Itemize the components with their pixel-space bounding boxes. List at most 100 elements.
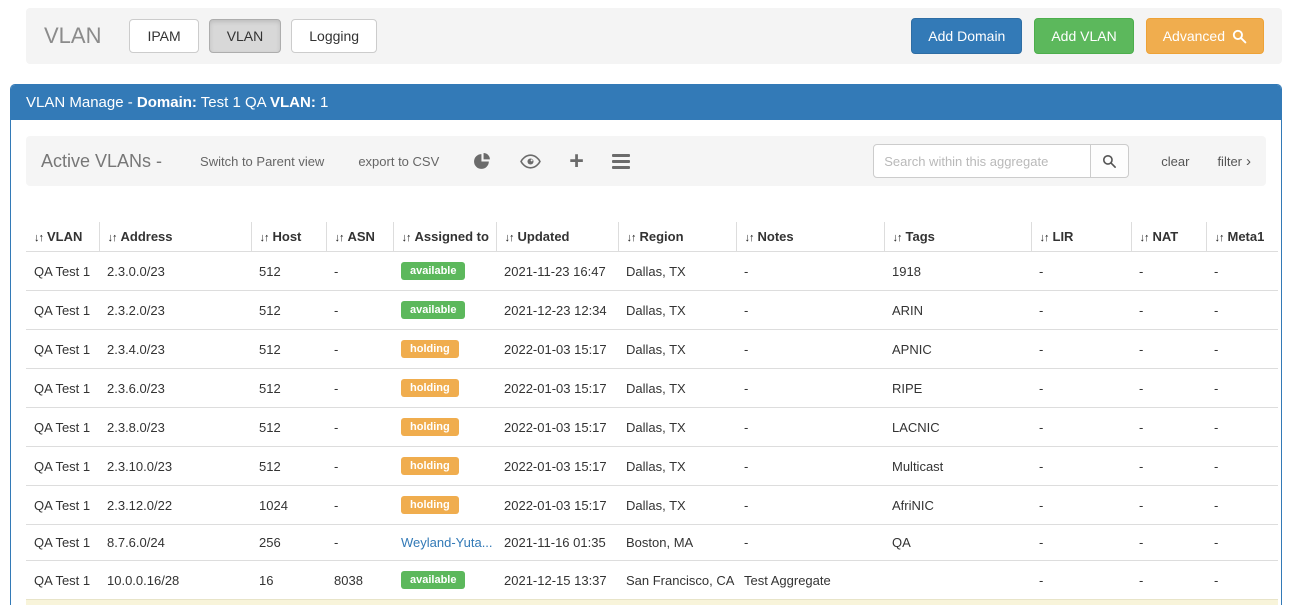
cell-region: Boston, MA	[618, 525, 736, 561]
cell-address: 8.7.6.0/24	[99, 525, 251, 561]
cell-lir: -	[1031, 252, 1131, 291]
heading-prefix: VLAN Manage -	[26, 94, 137, 111]
cell-address: 2.3.8.0/23	[99, 408, 251, 447]
cell-assigned: holding	[393, 486, 496, 525]
menu-bars-icon[interactable]	[612, 151, 630, 172]
domain-label: Domain:	[137, 94, 197, 111]
table-row[interactable]: QA Test 110.34.0.0/312-ACCO2021-11-15 14…	[26, 600, 1278, 605]
cell-notes: -	[736, 408, 884, 447]
status-badge: holding	[401, 457, 459, 475]
column-header-assigned[interactable]: ↓↑Assigned to	[393, 222, 496, 252]
search-icon	[1102, 154, 1117, 169]
column-header-address[interactable]: ↓↑Address	[99, 222, 251, 252]
cell-nat: -	[1131, 486, 1206, 525]
advanced-search-button[interactable]: Advanced	[1146, 18, 1264, 54]
table-row[interactable]: QA Test 12.3.4.0/23512-holding2022-01-03…	[26, 330, 1278, 369]
toolbar-right: clear filter›	[873, 144, 1251, 178]
column-header-nat[interactable]: ↓↑NAT	[1131, 222, 1206, 252]
assigned-to-link[interactable]: Weyland-Yuta...	[401, 535, 493, 550]
table-row[interactable]: QA Test 12.3.0.0/23512-available2021-11-…	[26, 252, 1278, 291]
cell-notes: -	[736, 252, 884, 291]
sort-icon: ↓↑	[335, 232, 344, 244]
cell-address: 2.3.2.0/23	[99, 291, 251, 330]
eye-icon[interactable]	[520, 154, 541, 169]
sort-icon: ↓↑	[260, 232, 269, 244]
cell-tags: LACNIC	[884, 408, 1031, 447]
export-csv-link[interactable]: export to CSV	[358, 154, 439, 169]
column-header-meta1[interactable]: ↓↑Meta1	[1206, 222, 1278, 252]
table-header-row: ↓↑VLAN↓↑Address↓↑Host↓↑ASN↓↑Assigned to↓…	[26, 222, 1278, 252]
cell-nat: -	[1131, 252, 1206, 291]
aggregate-search-group	[873, 144, 1129, 178]
table-row[interactable]: QA Test 12.3.8.0/23512-holding2022-01-03…	[26, 408, 1278, 447]
column-header-host[interactable]: ↓↑Host	[251, 222, 326, 252]
table-row[interactable]: QA Test 110.0.0.16/28168038available2021…	[26, 561, 1278, 600]
column-header-vlan[interactable]: ↓↑VLAN	[26, 222, 99, 252]
table-row[interactable]: QA Test 12.3.2.0/23512-available2021-12-…	[26, 291, 1278, 330]
cell-nat: -	[1131, 291, 1206, 330]
cell-lir: -	[1031, 330, 1131, 369]
cell-notes: -	[736, 486, 884, 525]
table-row[interactable]: QA Test 12.3.10.0/23512-holding2022-01-0…	[26, 447, 1278, 486]
column-header-asn[interactable]: ↓↑ASN	[326, 222, 393, 252]
table-row[interactable]: QA Test 12.3.12.0/221024-holding2022-01-…	[26, 486, 1278, 525]
column-header-tags[interactable]: ↓↑Tags	[884, 222, 1031, 252]
sort-icon: ↓↑	[402, 232, 411, 244]
cell-region: Dallas, TX	[618, 252, 736, 291]
filter-link[interactable]: filter›	[1217, 153, 1251, 170]
cell-asn: -	[326, 291, 393, 330]
cell-vlan: QA Test 1	[26, 486, 99, 525]
sort-icon: ↓↑	[108, 232, 117, 244]
column-header-lir[interactable]: ↓↑LIR	[1031, 222, 1131, 252]
cell-meta1: -	[1206, 369, 1278, 408]
cell-meta1: -	[1206, 330, 1278, 369]
cell-asn: -	[326, 408, 393, 447]
tab-vlan[interactable]: VLAN	[209, 19, 282, 53]
aggregate-search-button[interactable]	[1091, 144, 1129, 178]
column-header-region[interactable]: ↓↑Region	[618, 222, 736, 252]
switch-parent-view-link[interactable]: Switch to Parent view	[200, 154, 324, 169]
cell-asn: -	[326, 330, 393, 369]
add-domain-button[interactable]: Add Domain	[911, 18, 1022, 54]
status-badge: available	[401, 301, 465, 319]
sort-icon: ↓↑	[745, 232, 754, 244]
sort-icon: ↓↑	[627, 232, 636, 244]
cell-host: 512	[251, 447, 326, 486]
cell-notes: -	[736, 330, 884, 369]
plus-icon[interactable]: +	[569, 149, 584, 174]
column-header-updated[interactable]: ↓↑Updated	[496, 222, 618, 252]
cell-tags: APNIC	[884, 330, 1031, 369]
status-badge: holding	[401, 379, 459, 397]
cell-lir: -	[1031, 561, 1131, 600]
cell-nat: -	[1131, 447, 1206, 486]
column-header-notes[interactable]: ↓↑Notes	[736, 222, 884, 252]
tab-logging[interactable]: Logging	[291, 19, 377, 53]
table-toolbar: Active VLANs - Switch to Parent view exp…	[26, 136, 1266, 186]
cell-tags: Multicast	[884, 447, 1031, 486]
cell-vlan: QA Test 1	[26, 525, 99, 561]
vlan-manage-panel: VLAN Manage - Domain: Test 1 QA VLAN: 1 …	[10, 84, 1282, 605]
cell-region: Dallas, TX	[618, 291, 736, 330]
search-icon	[1232, 29, 1247, 44]
panel-body: Active VLANs - Switch to Parent view exp…	[11, 120, 1281, 605]
table-row[interactable]: QA Test 12.3.6.0/23512-holding2022-01-03…	[26, 369, 1278, 408]
cell-address: 10.0.0.16/28	[99, 561, 251, 600]
cell-assigned: holding	[393, 330, 496, 369]
cell-updated: 2021-11-23 16:47	[496, 252, 618, 291]
cell-lir: -	[1031, 525, 1131, 561]
add-vlan-button[interactable]: Add VLAN	[1034, 18, 1133, 54]
pie-chart-icon[interactable]	[473, 152, 492, 171]
tab-ipam[interactable]: IPAM	[129, 19, 198, 53]
cell-tags: ARIN	[884, 291, 1031, 330]
cell-region: Dallas, TX	[618, 330, 736, 369]
table-row[interactable]: QA Test 18.7.6.0/24256-Weyland-Yuta...20…	[26, 525, 1278, 561]
cell-updated: 2021-12-15 13:37	[496, 561, 618, 600]
cell-updated: 2022-01-03 15:17	[496, 369, 618, 408]
cell-tags: RIPE	[884, 369, 1031, 408]
sort-icon: ↓↑	[1040, 232, 1049, 244]
aggregate-search-input[interactable]	[873, 144, 1091, 178]
cell-updated: 2022-01-03 15:17	[496, 408, 618, 447]
clear-link[interactable]: clear	[1161, 154, 1189, 169]
cell-vlan: QA Test 1	[26, 252, 99, 291]
cell-notes: -	[736, 447, 884, 486]
